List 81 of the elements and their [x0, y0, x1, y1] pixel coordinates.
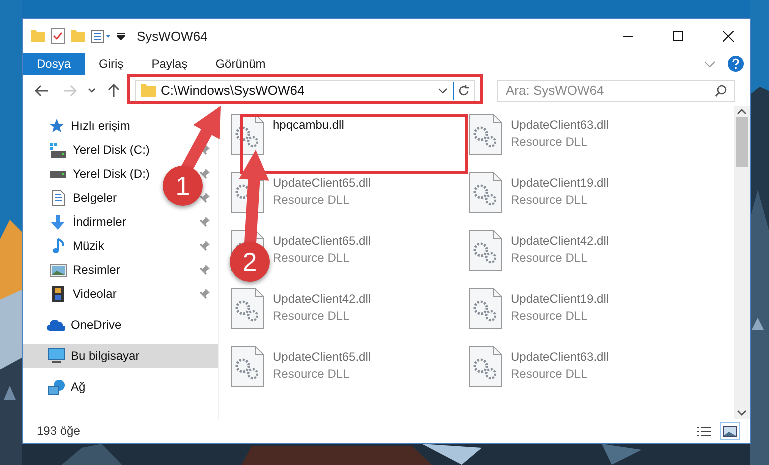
file-type: Resource DLL: [511, 309, 589, 323]
ribbon-tab[interactable]: Giriş: [85, 53, 138, 75]
folder-icon: [141, 84, 156, 97]
scroll-up-icon[interactable]: [737, 109, 747, 115]
folder-icon: [31, 30, 45, 42]
address-path: C:\Windows\SysWOW64: [161, 83, 306, 98]
file-name[interactable]: UpdateClient42.dll: [273, 292, 372, 306]
refresh-icon: [458, 84, 470, 96]
properties-icon: [91, 30, 111, 42]
file-name[interactable]: UpdateClient65.dll: [273, 234, 372, 248]
up-arrow-icon: [108, 84, 120, 98]
chevron-down-icon: [438, 88, 448, 94]
ribbon-tab[interactable]: Paylaş: [138, 53, 202, 75]
file-type: Resource DLL: [273, 251, 351, 265]
file-type: Resource DLL: [511, 251, 589, 265]
sidebar-item[interactable]: Hızlı erişim: [71, 119, 130, 133]
file-type: Resource DLL: [273, 367, 351, 381]
document-icon: [52, 190, 64, 206]
file-type: Resource DLL: [511, 135, 589, 149]
close-icon: [722, 30, 734, 42]
file-name[interactable]: hpqcambu.dll: [273, 118, 344, 132]
file-name[interactable]: UpdateClient42.dll: [511, 234, 610, 248]
scroll-down-icon[interactable]: [737, 410, 747, 416]
checklist-icon: [51, 28, 65, 44]
sidebar-item[interactable]: İndirmeler: [73, 215, 126, 229]
picture-icon: [50, 264, 66, 276]
list-icon: [696, 426, 712, 436]
scroll-thumb[interactable]: [736, 117, 748, 167]
sidebar-item[interactable]: Yerel Disk (D:): [73, 167, 150, 181]
file-gear-icon: [231, 288, 265, 330]
file-name[interactable]: UpdateClient19.dll: [511, 176, 610, 190]
search-field[interactable]: Ara: SysWOW64: [497, 80, 735, 102]
image-icon: [723, 426, 737, 436]
chevron-down-icon: [88, 88, 96, 93]
dropdown-icon: [117, 32, 125, 40]
file-gear-icon: [469, 172, 503, 214]
folder-icon: [71, 30, 85, 42]
sidebar-item[interactable]: Bu bilgisayar: [71, 349, 140, 363]
computer-icon: [48, 348, 64, 364]
sidebar-item[interactable]: Belgeler: [73, 191, 118, 205]
forward-arrow-icon: [63, 84, 77, 96]
scrollbar[interactable]: [734, 106, 750, 419]
file-gear-icon: [469, 346, 503, 388]
file-gear-icon: [231, 346, 265, 388]
network-icon: [48, 380, 64, 394]
address-field[interactable]: C:\Windows\SysWOW64: [135, 80, 475, 102]
sidebar-item[interactable]: Yerel Disk (C:): [73, 143, 150, 157]
file-name[interactable]: UpdateClient63.dll: [511, 118, 610, 132]
file-name[interactable]: UpdateClient19.dll: [511, 292, 610, 306]
file-type: Resource DLL: [511, 367, 589, 381]
film-icon: [52, 286, 64, 302]
icons-view-button[interactable]: [720, 422, 740, 440]
chevron-down-icon[interactable]: [704, 60, 716, 68]
sidebar-item[interactable]: Müzik: [73, 239, 104, 253]
ribbon-tab[interactable]: Dosya: [23, 53, 86, 75]
file-gear-icon: [469, 288, 503, 330]
download-icon: [51, 214, 65, 230]
file-gear-icon: [469, 114, 503, 156]
sidebar-item[interactable]: OneDrive: [71, 318, 122, 332]
sidebar-item[interactable]: Resimler: [73, 263, 120, 277]
drive-icon: [50, 170, 66, 178]
file-type: Resource DLL: [511, 193, 589, 207]
file-gear-icon: [469, 230, 503, 272]
file-type: Resource DLL: [273, 193, 351, 207]
file-name[interactable]: UpdateClient63.dll: [511, 350, 610, 364]
help-icon[interactable]: [728, 56, 744, 72]
file-name[interactable]: UpdateClient65.dll: [273, 176, 372, 190]
file-name[interactable]: UpdateClient65.dll: [273, 350, 372, 364]
ribbon-tab[interactable]: Görünüm: [202, 53, 280, 75]
drive-icon: [50, 142, 66, 158]
music-note-icon: [52, 238, 64, 254]
maximize-icon: [673, 31, 683, 41]
star-icon: [48, 119, 64, 133]
search-icon: [715, 84, 727, 96]
sidebar-item[interactable]: Videolar: [73, 287, 117, 301]
item-count: 193 öğe: [37, 424, 80, 438]
file-type: Resource DLL: [273, 309, 351, 323]
back-arrow-icon: [35, 84, 49, 96]
window-title: SysWOW64: [137, 28, 208, 44]
sidebar-item[interactable]: Ağ: [71, 380, 86, 394]
cloud-icon: [47, 320, 65, 330]
